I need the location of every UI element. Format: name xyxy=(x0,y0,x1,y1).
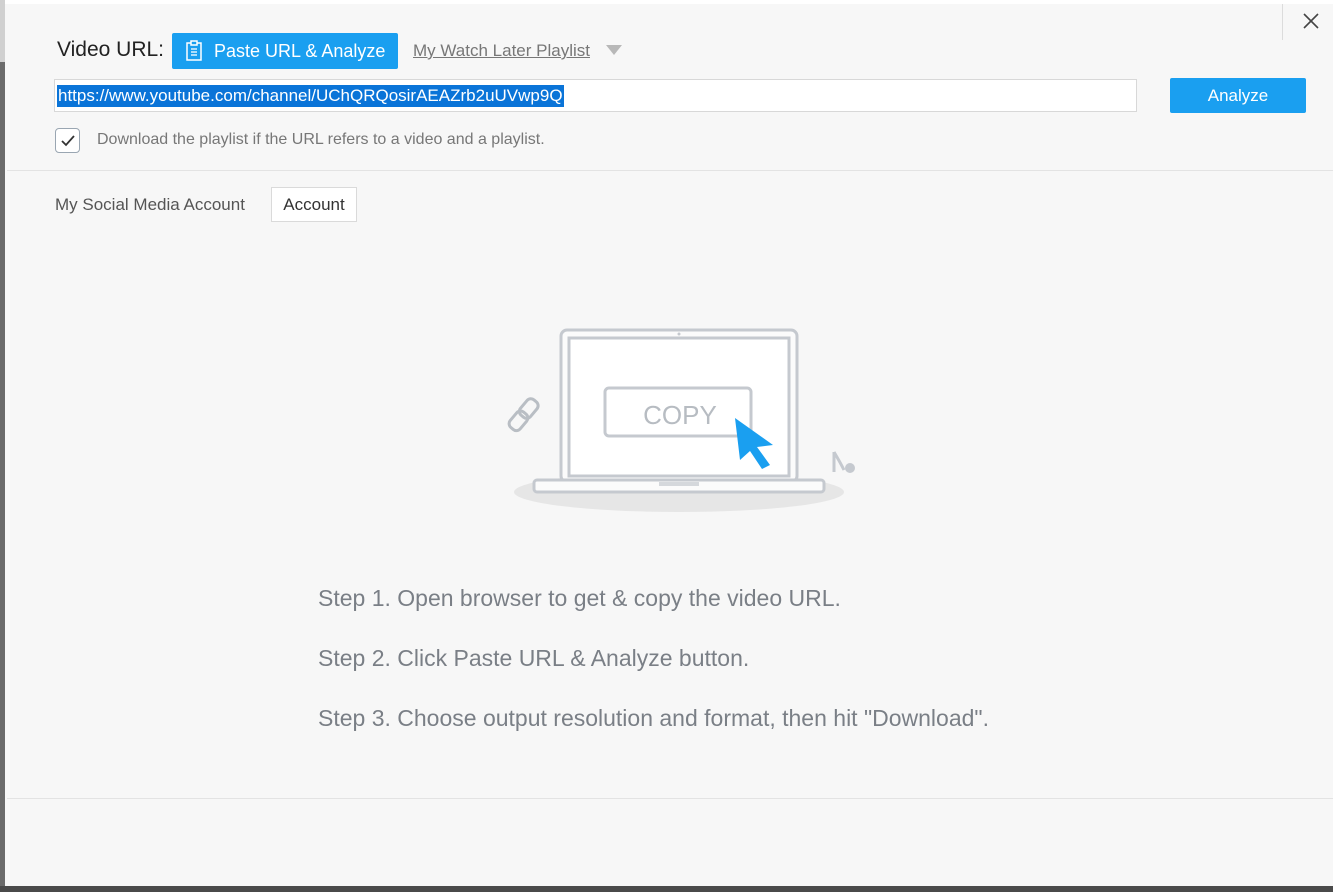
downloader-window: Video URL: Paste URL & Analyze My Watch … xyxy=(0,0,1333,892)
analyze-button[interactable]: Analyze xyxy=(1170,78,1306,113)
triangle-down-icon[interactable] xyxy=(605,44,623,56)
close-button[interactable] xyxy=(1296,8,1326,36)
download-playlist-label: Download the playlist if the URL refers … xyxy=(97,131,545,148)
paste-url-analyze-label: Paste URL & Analyze xyxy=(214,40,386,61)
window-left-edge-top xyxy=(0,0,5,62)
social-media-account-label: My Social Media Account xyxy=(55,195,245,214)
step-2: Step 2. Click Paste URL & Analyze button… xyxy=(318,645,750,671)
window-top-edge xyxy=(0,0,1333,4)
window-bottom-edge xyxy=(0,886,1333,892)
video-url-label: Video URL: xyxy=(57,38,165,61)
section-divider xyxy=(7,170,1333,171)
window-left-edge xyxy=(0,62,5,892)
copy-label: COPY xyxy=(643,400,717,430)
music-note-icon xyxy=(832,451,855,473)
watch-later-playlist-link[interactable]: My Watch Later Playlist xyxy=(413,41,590,61)
paste-url-analyze-button[interactable]: Paste URL & Analyze xyxy=(172,33,398,69)
link-icon xyxy=(507,397,540,433)
step-3: Step 3. Choose output resolution and for… xyxy=(318,705,989,731)
copy-url-illustration: COPY xyxy=(507,328,855,512)
footer-divider xyxy=(7,798,1333,799)
account-button[interactable]: Account xyxy=(271,187,357,222)
video-url-value: https://www.youtube.com/channel/UChQRQos… xyxy=(57,84,564,107)
clipboard-icon xyxy=(184,40,204,62)
close-icon xyxy=(1303,13,1319,29)
video-url-input[interactable]: https://www.youtube.com/channel/UChQRQos… xyxy=(54,79,1137,112)
download-playlist-checkbox[interactable] xyxy=(55,128,80,153)
step-1: Step 1. Open browser to get & copy the v… xyxy=(318,585,841,611)
close-divider xyxy=(1282,4,1283,40)
checkmark-icon xyxy=(61,135,75,147)
